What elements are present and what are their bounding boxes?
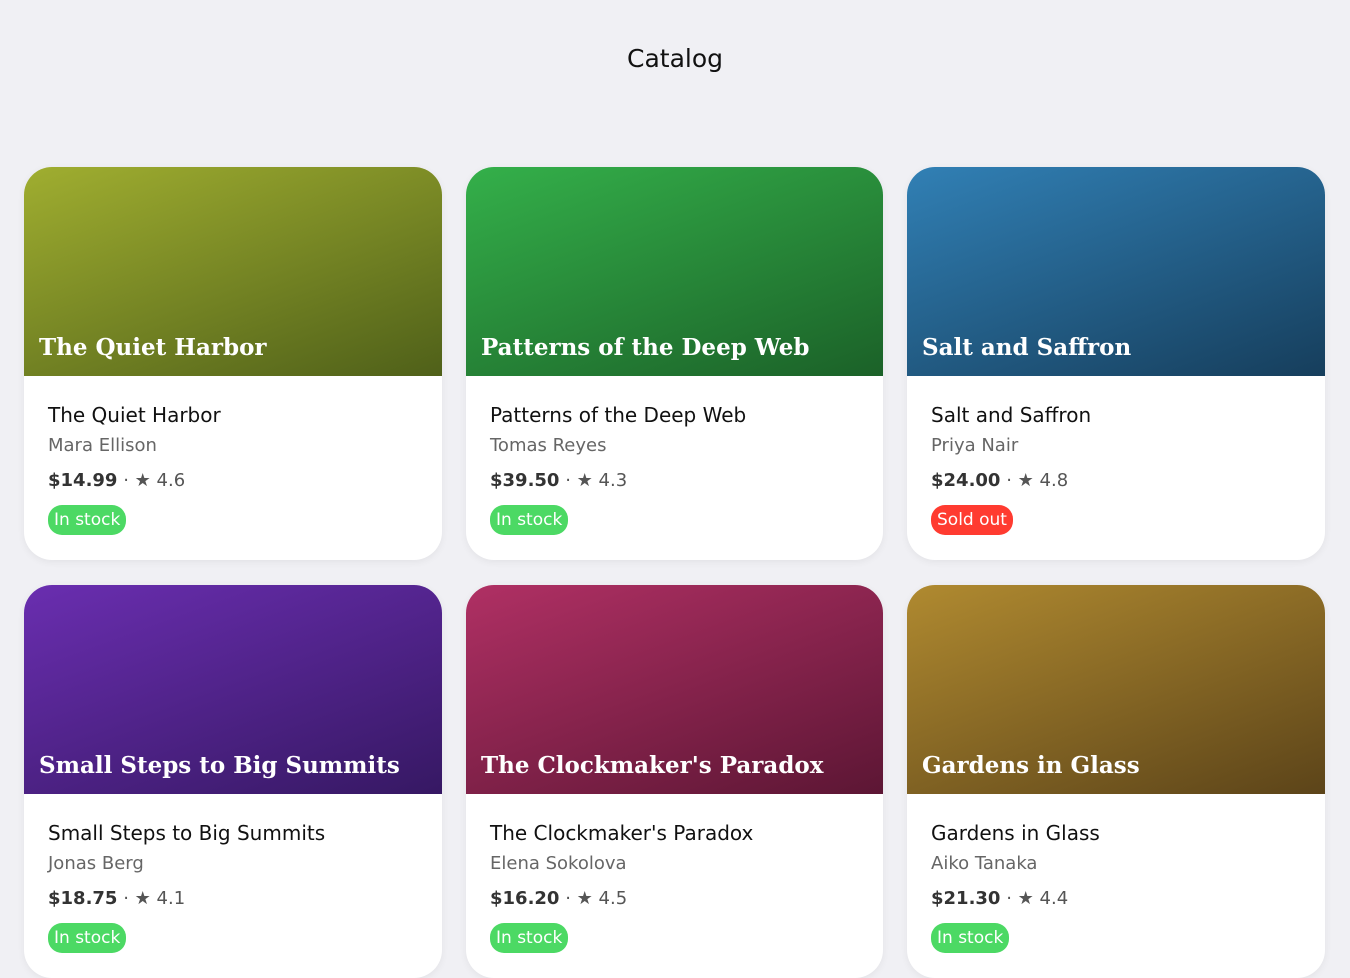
book-cover: The Clockmaker's Paradox xyxy=(466,585,883,794)
status-badge: In stock xyxy=(490,505,569,535)
book-rating: 4.3 xyxy=(598,470,628,491)
cover-title: Salt and Saffron xyxy=(922,334,1132,361)
star-icon: ★ xyxy=(576,888,593,909)
cover-title: Small Steps to Big Summits xyxy=(39,752,400,779)
book-author: Priya Nair xyxy=(931,435,1019,456)
book-card[interactable]: Salt and Saffron Salt and Saffron Priya … xyxy=(907,167,1325,560)
status-badge: In stock xyxy=(931,923,1010,953)
book-info: The Clockmaker's Paradox Elena Sokolova … xyxy=(466,794,883,953)
book-card[interactable]: The Clockmaker's Paradox The Clockmaker'… xyxy=(466,585,883,978)
book-title[interactable]: Salt and Saffron xyxy=(931,402,1301,428)
book-rating: 4.8 xyxy=(1039,470,1069,491)
book-rating: 4.5 xyxy=(598,888,628,909)
book-author: Elena Sokolova xyxy=(490,853,627,874)
book-cover: Gardens in Glass xyxy=(907,585,1325,794)
book-author: Mara Ellison xyxy=(48,435,157,456)
book-rating: 4.6 xyxy=(156,470,186,491)
status-badge: In stock xyxy=(490,923,569,953)
book-rating: 4.4 xyxy=(1039,888,1069,909)
book-price: $24.00 xyxy=(931,470,1001,491)
catalog-grid: The Quiet Harbor The Quiet Harbor Mara E… xyxy=(24,167,1326,978)
book-card[interactable]: The Quiet Harbor The Quiet Harbor Mara E… xyxy=(24,167,442,560)
meta-separator: · xyxy=(565,470,571,491)
book-meta: $16.20 · ★ 4.5 xyxy=(490,888,859,910)
star-icon: ★ xyxy=(1017,888,1034,909)
book-title[interactable]: Small Steps to Big Summits xyxy=(48,820,418,846)
book-title[interactable]: Patterns of the Deep Web xyxy=(490,402,859,428)
status-badge: In stock xyxy=(48,923,127,953)
book-info: Patterns of the Deep Web Tomas Reyes $39… xyxy=(466,376,883,535)
book-title[interactable]: The Quiet Harbor xyxy=(48,402,418,428)
meta-separator: · xyxy=(1006,888,1012,909)
meta-separator: · xyxy=(1006,470,1012,491)
book-meta: $14.99 · ★ 4.6 xyxy=(48,470,418,492)
meta-separator: · xyxy=(123,888,129,909)
book-cover: Patterns of the Deep Web xyxy=(466,167,883,376)
book-meta: $18.75 · ★ 4.1 xyxy=(48,888,418,910)
book-rating: 4.1 xyxy=(156,888,186,909)
book-info: Gardens in Glass Aiko Tanaka $21.30 · ★ … xyxy=(907,794,1325,953)
book-meta: $39.50 · ★ 4.3 xyxy=(490,470,859,492)
book-cover: Small Steps to Big Summits xyxy=(24,585,442,794)
book-author: Aiko Tanaka xyxy=(931,853,1038,874)
meta-separator: · xyxy=(123,470,129,491)
book-price: $21.30 xyxy=(931,888,1001,909)
cover-title: The Clockmaker's Paradox xyxy=(481,752,824,779)
cover-title: Patterns of the Deep Web xyxy=(481,334,810,361)
book-card[interactable]: Small Steps to Big Summits Small Steps t… xyxy=(24,585,442,978)
star-icon: ★ xyxy=(134,470,151,491)
book-title[interactable]: The Clockmaker's Paradox xyxy=(490,820,859,846)
status-badge: Sold out xyxy=(931,505,1013,535)
cover-title: Gardens in Glass xyxy=(922,752,1140,779)
book-cover: The Quiet Harbor xyxy=(24,167,442,376)
book-card[interactable]: Gardens in Glass Gardens in Glass Aiko T… xyxy=(907,585,1325,978)
book-info: Small Steps to Big Summits Jonas Berg $1… xyxy=(24,794,442,953)
book-price: $39.50 xyxy=(490,470,560,491)
book-title[interactable]: Gardens in Glass xyxy=(931,820,1301,846)
book-author: Jonas Berg xyxy=(48,853,144,874)
status-badge: In stock xyxy=(48,505,127,535)
book-price: $14.99 xyxy=(48,470,118,491)
star-icon: ★ xyxy=(134,888,151,909)
star-icon: ★ xyxy=(576,470,593,491)
book-price: $16.20 xyxy=(490,888,560,909)
book-price: $18.75 xyxy=(48,888,118,909)
star-icon: ★ xyxy=(1017,470,1034,491)
book-meta: $24.00 · ★ 4.8 xyxy=(931,470,1301,492)
book-info: Salt and Saffron Priya Nair $24.00 · ★ 4… xyxy=(907,376,1325,535)
page-title: Catalog xyxy=(626,44,723,73)
book-cover: Salt and Saffron xyxy=(907,167,1325,376)
book-card[interactable]: Patterns of the Deep Web Patterns of the… xyxy=(466,167,883,560)
cover-title: The Quiet Harbor xyxy=(39,334,267,361)
book-meta: $21.30 · ★ 4.4 xyxy=(931,888,1301,910)
meta-separator: · xyxy=(565,888,571,909)
book-author: Tomas Reyes xyxy=(490,435,607,456)
book-info: The Quiet Harbor Mara Ellison $14.99 · ★… xyxy=(24,376,442,535)
